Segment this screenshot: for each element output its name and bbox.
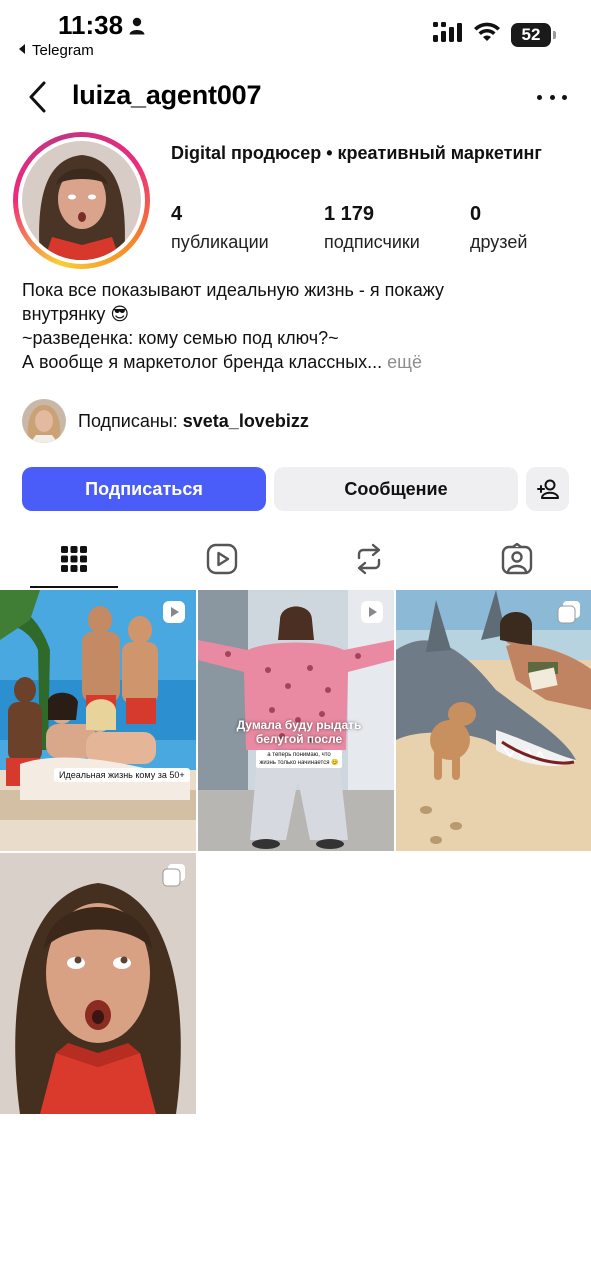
carousel-icon — [557, 601, 580, 624]
post-tile[interactable]: Думала буду рыдать белугой после развода… — [198, 590, 394, 851]
message-button[interactable]: Сообщение — [274, 467, 518, 511]
bio-line-last: А вообще я маркетолог бренда классных...… — [22, 350, 582, 374]
wifi-icon — [473, 22, 501, 47]
post-subcaption: а теперь понимаю, что жизнь только начин… — [256, 750, 342, 768]
profile-header: luiza_agent007 — [0, 70, 591, 124]
followed-by-user[interactable]: sveta_lovebizz — [183, 411, 309, 431]
stat-label: подписчики — [324, 232, 420, 252]
back-button[interactable] — [26, 80, 50, 114]
repost-icon — [357, 543, 381, 575]
status-time: 11:38 — [58, 10, 145, 41]
avatar-photo — [22, 141, 141, 260]
profile-full-name: Digital продюсер • креативный маркетинг — [171, 143, 542, 163]
followed-by-label: Подписаны: — [78, 410, 178, 431]
bio-line: ~разведенка: кому семью под ключ?~ — [22, 328, 339, 348]
more-dot-icon — [537, 94, 542, 100]
post-tile[interactable] — [0, 853, 196, 1114]
tab-reposts[interactable] — [324, 530, 414, 588]
active-tab-indicator — [30, 586, 118, 588]
back-to-app-link[interactable]: Telegram — [16, 42, 94, 59]
stat-label: друзей — [470, 232, 528, 252]
cellular-signal-icon — [433, 22, 463, 47]
post-image — [0, 590, 196, 851]
post-tile[interactable] — [396, 590, 591, 851]
post-image — [396, 590, 591, 851]
followed-by[interactable]: Подписаны: sveta_lovebizz — [22, 398, 309, 444]
more-dot-icon — [549, 94, 555, 100]
suggest-users-button[interactable] — [526, 467, 569, 511]
status-bar: 11:38 Telegram 52 — [0, 0, 591, 66]
more-dot-icon — [562, 94, 567, 100]
back-arrow-small-icon — [16, 42, 28, 59]
tagged-person-icon — [501, 543, 533, 575]
follow-button[interactable]: Подписаться — [22, 467, 266, 511]
stat-followers[interactable]: 1 179 подписчики — [324, 203, 470, 253]
bio-line: внутрянку 😎 — [22, 304, 130, 324]
status-indicators: 52 — [433, 22, 556, 47]
followed-by-text: Подписаны: sveta_lovebizz — [78, 411, 309, 432]
stat-value: 0 — [470, 203, 482, 225]
stat-posts[interactable]: 4 публикации — [171, 203, 324, 253]
bio-more-link[interactable]: ещё — [387, 352, 422, 372]
battery-indicator: 52 — [511, 22, 556, 47]
post-caption: Идеальная жизнь кому за 50+ — [54, 768, 190, 782]
tab-posts[interactable] — [29, 530, 119, 588]
stat-label: публикации — [171, 232, 269, 252]
follower-avatar — [22, 399, 66, 443]
tab-reels[interactable] — [177, 530, 267, 588]
post-image — [0, 853, 196, 1114]
bio-line: А вообще я маркетолог бренда классных... — [22, 352, 383, 372]
stat-value: 4 — [171, 203, 183, 225]
battery-level: 52 — [521, 24, 541, 44]
reel-icon — [163, 601, 185, 623]
clock: 11:38 — [58, 10, 124, 40]
profile-bio: Пока все показывают идеальную жизнь - я … — [22, 278, 582, 374]
person-icon — [129, 17, 145, 35]
profile-username: luiza_agent007 — [72, 80, 262, 110]
carousel-icon — [162, 864, 185, 887]
profile-stats: 4 публикации 1 179 подписчики 0 друзей — [171, 203, 527, 253]
tab-tagged[interactable] — [472, 530, 562, 588]
stat-friends[interactable]: 0 друзей — [470, 203, 527, 253]
grid-icon — [61, 546, 87, 572]
reels-icon — [206, 543, 238, 575]
bio-line: Пока все показывают идеальную жизнь - я … — [22, 280, 444, 300]
content-tabs — [0, 530, 591, 588]
profile-avatar[interactable] — [13, 132, 150, 269]
more-options-button[interactable] — [537, 88, 567, 106]
chevron-left-icon — [29, 81, 46, 113]
stat-value: 1 179 — [324, 203, 375, 225]
add-person-icon — [536, 479, 559, 499]
back-app-label: Telegram — [32, 42, 94, 59]
post-tile[interactable]: Идеальная жизнь кому за 50+ — [0, 590, 196, 851]
reel-icon — [361, 601, 383, 623]
